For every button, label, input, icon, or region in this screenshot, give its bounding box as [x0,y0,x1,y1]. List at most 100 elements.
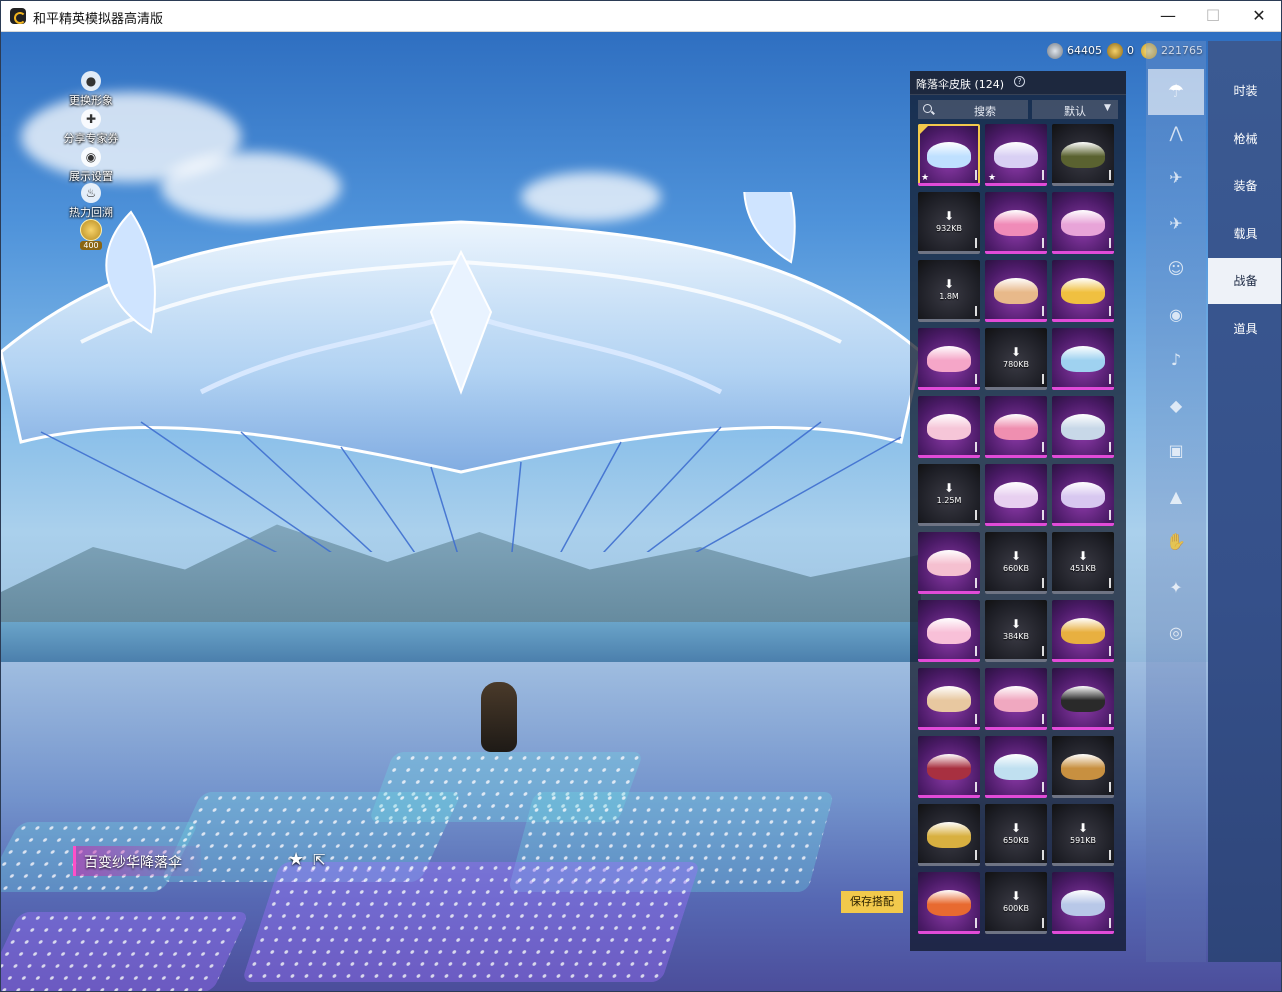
skin-item[interactable]: ⬇ 780KB [985,328,1047,390]
parachute-thumbnail [994,210,1038,236]
spray-icon[interactable]: ▲ [1164,485,1188,509]
robot-icon[interactable]: ◉ [1164,303,1188,327]
sort-dropdown[interactable]: 默认 ▼ [1032,100,1118,119]
parachute-thumbnail [1061,618,1105,644]
search-input[interactable]: 搜索 [918,100,1028,119]
item-indicator [1109,374,1111,384]
download-size: 600KB [1002,904,1029,913]
skin-item[interactable]: ⬇ 591KB [1052,804,1114,866]
item-indicator [1042,442,1044,452]
parachute-thumbnail [927,618,971,644]
skin-item[interactable] [918,328,980,390]
skin-item[interactable] [1052,260,1114,322]
minimize-button[interactable]: — [1145,1,1191,32]
skin-item[interactable] [918,872,980,934]
skin-item[interactable]: ⬇ 650KB [985,804,1047,866]
skin-item[interactable] [985,736,1047,798]
skin-item[interactable] [918,532,980,594]
search-icon [923,104,932,113]
category-tab[interactable]: 载具 [1208,211,1281,257]
skin-item[interactable]: ⬇ 600KB [985,872,1047,934]
save-outfit-button[interactable]: 保存搭配 [841,891,903,913]
item-indicator [975,170,977,180]
emote-icon[interactable]: ☺ [1164,257,1188,281]
parachute-thumbnail [1061,142,1105,168]
help-icon[interactable]: ? [1014,76,1025,87]
share-coupon-icon: ✚ [81,109,101,129]
skin-item[interactable] [985,192,1047,254]
category-tab[interactable]: 战备 [1208,258,1281,304]
skin-item[interactable] [1052,396,1114,458]
picture-icon[interactable]: ▣ [1164,439,1188,463]
inventory-title: 降落伞皮肤 (124) [916,78,1005,91]
jet-icon[interactable]: ✈ [1164,212,1188,236]
item-indicator [1109,170,1111,180]
category-tab[interactable]: 时装 [1208,68,1281,114]
item-indicator [975,238,977,248]
category-tabs: 时装 枪械 装备 载具 战备 道具 [1208,41,1281,962]
skin-item[interactable] [1052,600,1114,662]
window-title: 和平精英模拟器高清版 [33,12,164,27]
parachute-icon[interactable]: ☂ [1148,69,1204,115]
skin-item[interactable] [1052,124,1114,186]
skin-item[interactable] [1052,668,1114,730]
category-tab[interactable]: 枪械 [1208,116,1281,162]
download-icon: ⬇ [943,481,955,495]
skin-item[interactable]: ⬇ 451KB [1052,532,1114,594]
skin-item[interactable] [1052,464,1114,526]
maximize-button[interactable]: ☐ [1190,1,1236,32]
level-badge-button[interactable]: 400 [61,219,121,250]
skin-item[interactable]: ⬇ 1.25M [918,464,980,526]
share-coupon-button[interactable]: ✚ 分享专家券 [61,109,121,146]
skin-item[interactable]: ★ [985,124,1047,186]
skin-item[interactable] [918,668,980,730]
skin-item[interactable] [1052,328,1114,390]
share-icon[interactable]: ⇱ [313,851,326,869]
hand-icon[interactable]: ✋ [1164,530,1188,554]
download-icon: ⬇ [1010,889,1022,903]
planet-icon[interactable]: ◎ [1164,621,1188,645]
heat-replay-button[interactable]: ♨ 热力回溯 [61,183,121,220]
skin-item[interactable] [985,396,1047,458]
skin-item[interactable]: ⬇ 1.8M [918,260,980,322]
skin-item[interactable]: ⬇ 932KB [918,192,980,254]
pet-icon[interactable]: ◆ [1164,394,1188,418]
parachute-thumbnail [1061,686,1105,712]
favorite-star-icon[interactable]: ★ [288,849,304,870]
parachute-thumbnail [994,278,1038,304]
gold-medal-icon [1107,43,1123,59]
item-indicator [975,714,977,724]
skin-item[interactable]: ★ [918,124,980,186]
skin-item[interactable] [918,804,980,866]
skin-item[interactable] [985,260,1047,322]
item-indicator [1042,306,1044,316]
window-close-button[interactable]: ✕ [1236,1,1281,32]
download-size: 1.8M [939,292,959,301]
skin-item[interactable]: ⬇ 660KB [985,532,1047,594]
download-icon: ⬇ [1010,345,1022,359]
wings-icon[interactable]: ⋀ [1164,121,1188,145]
skin-item[interactable] [985,668,1047,730]
skin-item[interactable]: ⬇ 384KB [985,600,1047,662]
category-tab[interactable]: 道具 [1208,306,1281,352]
skin-item[interactable] [918,396,980,458]
parachute-thumbnail [1061,210,1105,236]
skin-item[interactable] [1052,192,1114,254]
change-appearance-button[interactable]: ● 更换形象 [61,71,121,108]
wand-icon[interactable]: ✦ [1164,576,1188,600]
item-indicator [1042,374,1044,384]
skin-item[interactable] [1052,872,1114,934]
category-tab[interactable]: 装备 [1208,163,1281,209]
parachute-thumbnail [927,550,971,576]
download-size: 650KB [1002,836,1029,845]
skin-item[interactable] [918,736,980,798]
skin-item[interactable] [985,464,1047,526]
item-indicator [975,646,977,656]
skin-item[interactable] [918,600,980,662]
display-settings-button[interactable]: ◉ 展示设置 [61,147,121,184]
skin-item[interactable] [1052,736,1114,798]
plane-icon[interactable]: ✈ [1164,166,1188,190]
download-icon: ⬇ [1010,549,1022,563]
sound-icon[interactable]: ♪ [1164,348,1188,372]
inventory-header: 降落伞皮肤 (124) ? [910,71,1126,95]
